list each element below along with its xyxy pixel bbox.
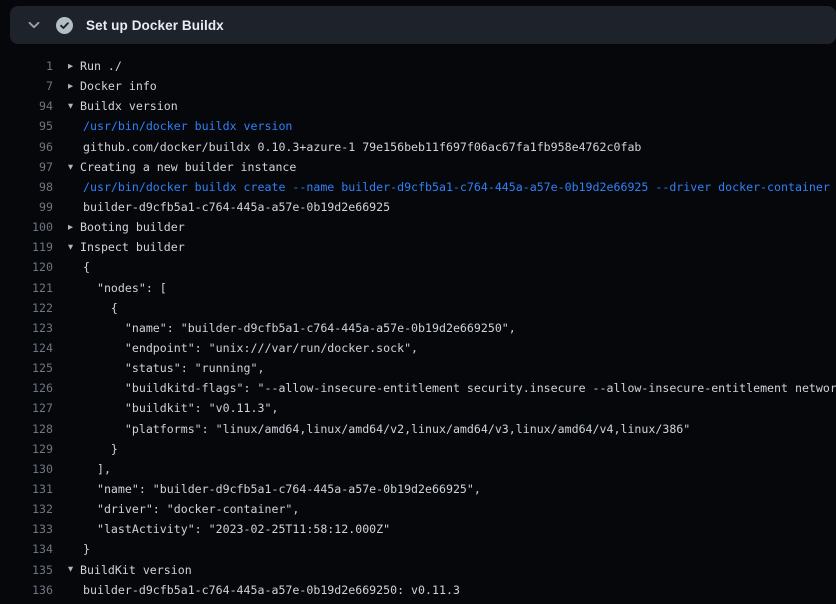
log-line: 126 "buildkitd-flags": "--allow-insecure… <box>0 378 836 398</box>
log-line: 120 { <box>0 257 836 277</box>
triangle-right-icon[interactable]: ▶ <box>68 82 80 91</box>
line-number[interactable]: 94 <box>0 99 53 113</box>
line-number[interactable]: 95 <box>0 119 53 133</box>
log-line: 98 /usr/bin/docker buildx create --name … <box>0 177 836 197</box>
log-line-text: "nodes": [ <box>83 281 167 295</box>
line-number[interactable]: 120 <box>0 260 53 274</box>
line-number[interactable]: 136 <box>0 583 53 597</box>
line-number[interactable]: 131 <box>0 482 53 496</box>
log-line-text: Booting builder <box>80 220 185 234</box>
log-line-text: } <box>83 542 90 556</box>
line-number[interactable]: 100 <box>0 220 53 234</box>
line-number[interactable]: 123 <box>0 321 53 335</box>
log-group-line[interactable]: 1 ▶ Run ./ <box>0 56 836 76</box>
log-line: 131 "name": "builder-d9cfb5a1-c764-445a-… <box>0 479 836 499</box>
log-line: 124 "endpoint": "unix:///var/run/docker.… <box>0 338 836 358</box>
line-number[interactable]: 96 <box>0 140 53 154</box>
log-line: 123 "name": "builder-d9cfb5a1-c764-445a-… <box>0 318 836 338</box>
log-line: 99 builder-d9cfb5a1-c764-445a-a57e-0b19d… <box>0 197 836 217</box>
line-number[interactable]: 125 <box>0 361 53 375</box>
triangle-right-icon[interactable]: ▶ <box>68 223 80 232</box>
line-number[interactable]: 126 <box>0 381 53 395</box>
line-number[interactable]: 121 <box>0 281 53 295</box>
line-number[interactable]: 132 <box>0 502 53 516</box>
line-number[interactable]: 124 <box>0 341 53 355</box>
log-line: 133 "lastActivity": "2023-02-25T11:58:12… <box>0 519 836 539</box>
log-line-text: builder-d9cfb5a1-c764-445a-a57e-0b19d2e6… <box>83 200 390 214</box>
log-group-line[interactable]: 119 ▼ Inspect builder <box>0 237 836 257</box>
log-group-line[interactable]: 97 ▼ Creating a new builder instance <box>0 157 836 177</box>
triangle-down-icon[interactable]: ▼ <box>68 244 80 253</box>
log-line-text: Creating a new builder instance <box>80 160 296 174</box>
line-number[interactable]: 130 <box>0 462 53 476</box>
chevron-down-icon[interactable] <box>26 17 42 33</box>
log-line-text: /usr/bin/docker buildx version <box>83 119 292 133</box>
log-line-text: "name": "builder-d9cfb5a1-c764-445a-a57e… <box>83 321 516 335</box>
log-line: 132 "driver": "docker-container", <box>0 499 836 519</box>
line-number[interactable]: 99 <box>0 200 53 214</box>
log-line-text: { <box>83 260 90 274</box>
log-line-text: BuildKit version <box>80 563 192 577</box>
log-line-text: "name": "builder-d9cfb5a1-c764-445a-a57e… <box>83 482 481 496</box>
triangle-down-icon[interactable]: ▼ <box>68 566 80 575</box>
log-line-text: github.com/docker/buildx 0.10.3+azure-1 … <box>83 140 641 154</box>
log-line: 130 ], <box>0 459 836 479</box>
line-number[interactable]: 122 <box>0 301 53 315</box>
log-line-text: builder-d9cfb5a1-c764-445a-a57e-0b19d2e6… <box>83 583 460 597</box>
triangle-down-icon[interactable]: ▼ <box>68 163 80 172</box>
line-number[interactable]: 129 <box>0 442 53 456</box>
log-line: 125 "status": "running", <box>0 358 836 378</box>
line-number[interactable]: 119 <box>0 240 53 254</box>
log-line-text: Inspect builder <box>80 240 185 254</box>
log-line-text: ], <box>83 462 111 476</box>
log-line-text: "buildkit": "v0.11.3", <box>83 401 278 415</box>
line-number[interactable]: 98 <box>0 180 53 194</box>
log-content: 1 ▶ Run ./ 7 ▶ Docker info 94 ▼ Buildx v… <box>0 56 836 600</box>
log-line: 129 } <box>0 439 836 459</box>
log-line-text: Buildx version <box>80 99 178 113</box>
log-group-line[interactable]: 135 ▼ BuildKit version <box>0 560 836 580</box>
log-line: 122 { <box>0 298 836 318</box>
log-line: 96 github.com/docker/buildx 0.10.3+azure… <box>0 137 836 157</box>
log-line-text: "driver": "docker-container", <box>83 502 299 516</box>
log-line-text: "buildkitd-flags": "--allow-insecure-ent… <box>83 381 836 395</box>
line-number[interactable]: 135 <box>0 563 53 577</box>
log-line: 134 } <box>0 539 836 559</box>
line-number[interactable]: 133 <box>0 522 53 536</box>
log-line: 127 "buildkit": "v0.11.3", <box>0 398 836 418</box>
triangle-right-icon[interactable]: ▶ <box>68 62 80 71</box>
log-line-text: Run ./ <box>80 59 122 73</box>
log-line-text: "lastActivity": "2023-02-25T11:58:12.000… <box>83 522 390 536</box>
log-line-text: } <box>83 442 118 456</box>
line-number[interactable]: 127 <box>0 401 53 415</box>
log-line: 121 "nodes": [ <box>0 278 836 298</box>
log-line-text: /usr/bin/docker buildx create --name bui… <box>83 180 830 194</box>
log-group-line[interactable]: 7 ▶ Docker info <box>0 76 836 96</box>
step-title: Set up Docker Buildx <box>86 18 224 33</box>
log-line-text: "endpoint": "unix:///var/run/docker.sock… <box>83 341 418 355</box>
log-line-text: "status": "running", <box>83 361 264 375</box>
triangle-down-icon[interactable]: ▼ <box>68 103 80 112</box>
actions-log-viewer: Set up Docker Buildx 1 ▶ Run ./ 7 ▶ Dock… <box>0 0 836 604</box>
log-group-line[interactable]: 94 ▼ Buildx version <box>0 96 836 116</box>
log-line: 136 builder-d9cfb5a1-c764-445a-a57e-0b19… <box>0 580 836 600</box>
step-header[interactable]: Set up Docker Buildx <box>10 6 836 44</box>
log-group-line[interactable]: 100 ▶ Booting builder <box>0 217 836 237</box>
log-line-text: { <box>83 301 118 315</box>
line-number[interactable]: 134 <box>0 542 53 556</box>
line-number[interactable]: 1 <box>0 59 53 73</box>
line-number[interactable]: 128 <box>0 422 53 436</box>
line-number[interactable]: 7 <box>0 79 53 93</box>
success-check-icon <box>56 17 73 34</box>
line-number[interactable]: 97 <box>0 160 53 174</box>
log-line-text: "platforms": "linux/amd64,linux/amd64/v2… <box>83 422 690 436</box>
log-line: 95 /usr/bin/docker buildx version <box>0 116 836 136</box>
log-line-text: Docker info <box>80 79 157 93</box>
log-line: 128 "platforms": "linux/amd64,linux/amd6… <box>0 419 836 439</box>
